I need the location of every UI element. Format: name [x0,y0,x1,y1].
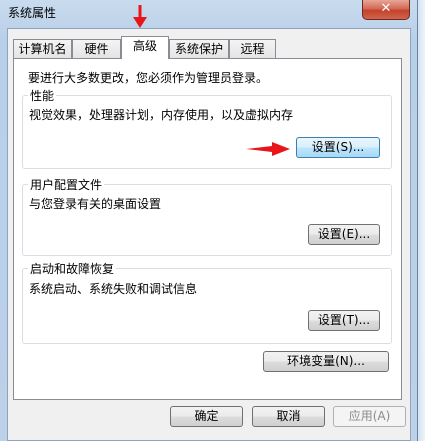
startup-recovery-description: 系统启动、系统失败和调试信息 [29,282,198,296]
tab-hardware[interactable]: 硬件 [72,39,121,58]
tab-remote[interactable]: 远程 [229,39,276,58]
tab-computer-name[interactable]: 计算机名 [13,39,72,58]
arrow-right-annotation-icon [246,142,290,156]
title-bar[interactable]: 系统属性 ✕ [0,0,418,28]
performance-group-title: 性能 [28,87,57,104]
user-profiles-group-title: 用户配置文件 [28,176,105,193]
user-profiles-group: 用户配置文件 与您登录有关的桌面设置 [22,176,392,256]
startup-recovery-group: 启动和故障恢复 系统启动、系统失败和调试信息 [22,260,392,344]
admin-note: 要进行大多数更改，您必须作为管理员登录。 [28,71,269,85]
arrow-down-annotation-icon [133,5,147,28]
user-profiles-description: 与您登录有关的桌面设置 [29,197,162,211]
close-icon: ✕ [380,1,392,16]
tab-system-protection[interactable]: 系统保护 [169,39,229,58]
cancel-button[interactable]: 取消 [252,406,325,427]
startup-recovery-group-title: 启动和故障恢复 [28,260,117,277]
ok-button[interactable]: 确定 [170,406,243,427]
user-profiles-settings-button[interactable]: 设置(E)... [308,224,380,245]
dialog-client-area: 计算机名 硬件 高级 系统保护 远程 要进行大多数更改，您必须作为管理员登录。 … [7,28,411,441]
startup-recovery-settings-button[interactable]: 设置(T)... [308,310,380,331]
window-title: 系统属性 [8,6,57,20]
tab-advanced[interactable]: 高级 [121,36,169,59]
system-properties-window: 系统属性 ✕ 计算机名 硬件 高级 系统保护 远程 要进行大多数更改，您必须作为… [0,0,418,441]
performance-description: 视觉效果，处理器计划，内存使用，以及虚拟内存 [29,108,294,122]
close-button[interactable]: ✕ [362,0,410,20]
background-strip [418,0,425,441]
performance-settings-button[interactable]: 设置(S)... [296,137,380,158]
apply-button[interactable]: 应用(A) [333,406,406,427]
environment-variables-button[interactable]: 环境变量(N)... [263,351,389,372]
